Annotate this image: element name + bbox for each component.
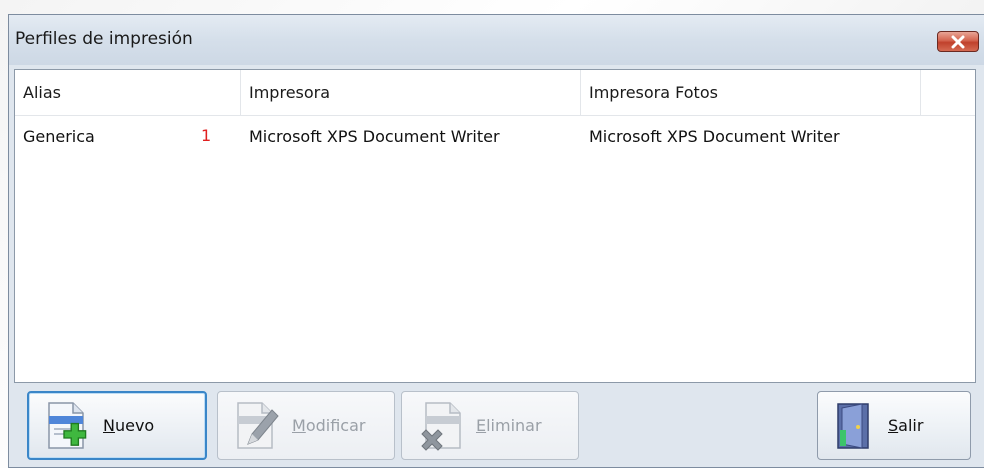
exit-button-label: Salir [888,416,924,435]
column-header-photo-printer[interactable]: Impresora Fotos [581,70,921,115]
close-icon [951,35,965,48]
column-header-alias[interactable]: Alias [15,70,241,115]
exit-button[interactable]: Salir [817,391,971,460]
profiles-grid[interactable]: Alias Impresora Impresora Fotos Generica… [14,69,976,383]
delete-button[interactable]: Eliminar [401,391,579,460]
window-title: Perfiles de impresión [15,29,193,49]
modify-button[interactable]: Modificar [217,391,395,460]
document-edit-icon [232,400,282,452]
modify-button-label: Modificar [292,416,366,435]
cell-photo-printer: Microsoft XPS Document Writer [589,127,840,146]
table-row[interactable]: Generica 1 Microsoft XPS Document Writer… [15,117,975,157]
column-header-printer[interactable]: Impresora [241,70,581,115]
exit-door-icon [832,400,878,452]
cell-printer: Microsoft XPS Document Writer [249,127,500,146]
document-delete-icon [416,400,466,452]
new-button[interactable]: Nuevo [27,391,207,460]
new-button-label: Nuevo [103,416,155,435]
print-profiles-dialog: Perfiles de impresión Alias Impresora Im… [8,14,984,468]
delete-button-label: Eliminar [476,416,542,435]
grid-header: Alias Impresora Impresora Fotos [15,70,975,116]
row-badge: 1 [201,126,212,145]
document-add-icon [43,400,93,452]
column-header-filler [921,70,975,115]
close-button[interactable] [937,31,979,52]
cell-alias: Generica [23,127,95,146]
title-bar[interactable]: Perfiles de impresión [9,15,984,65]
